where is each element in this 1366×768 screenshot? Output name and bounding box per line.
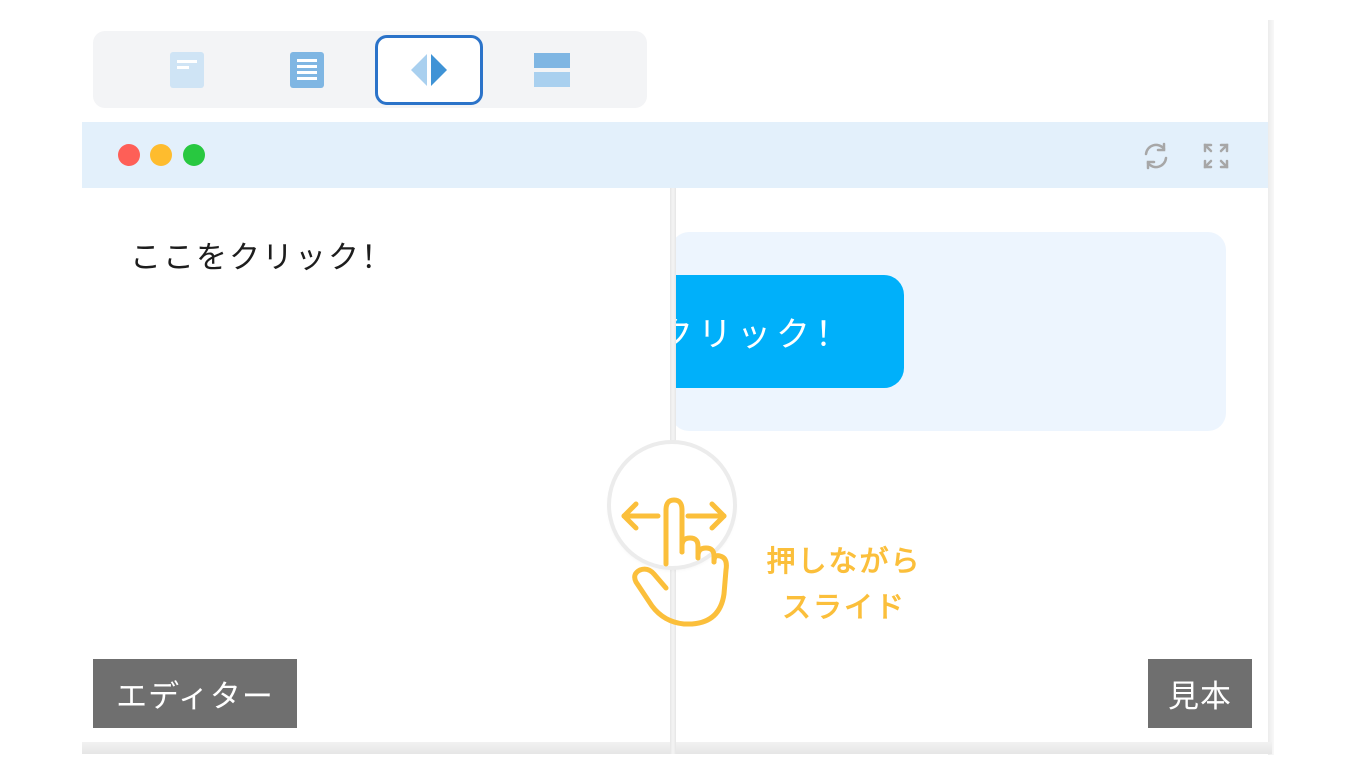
refresh-button[interactable] (1140, 140, 1172, 172)
document-icon (170, 52, 204, 88)
refresh-icon (1144, 142, 1168, 170)
stacked-view-icon (534, 53, 570, 87)
view-mode-toolbar (93, 31, 647, 108)
swipe-hand-icon (621, 497, 729, 627)
slide-hint-line1: 押しながら (766, 544, 922, 578)
frame-right-edge (1268, 20, 1274, 755)
close-dot[interactable] (118, 144, 140, 166)
mode-button-document[interactable] (133, 35, 241, 105)
preview-label: 見本 (1148, 659, 1252, 728)
fullscreen-button[interactable] (1200, 140, 1232, 172)
fullscreen-icon (1203, 143, 1229, 169)
mode-button-stacked[interactable] (498, 35, 606, 105)
maximize-dot[interactable] (183, 144, 205, 166)
slide-hint: 押しながら スライド (754, 538, 934, 630)
editor-code-text[interactable]: ここをクリック！ (130, 232, 394, 277)
list-document-icon (290, 52, 324, 88)
window-title-bar (82, 122, 1268, 188)
slide-hint-line2: スライド (781, 590, 906, 624)
split-view-icon (411, 54, 447, 86)
preview-click-button[interactable]: クリック！ (675, 275, 904, 388)
frame-bottom-edge (82, 742, 1272, 754)
editor-label: エディター (93, 659, 297, 728)
app-stage: ここをクリック！ クリック！ 押しながら スライド エディター 見本 (0, 0, 1366, 768)
minimize-dot[interactable] (150, 144, 172, 166)
mode-button-split[interactable] (375, 35, 483, 105)
mode-button-list[interactable] (253, 35, 361, 105)
